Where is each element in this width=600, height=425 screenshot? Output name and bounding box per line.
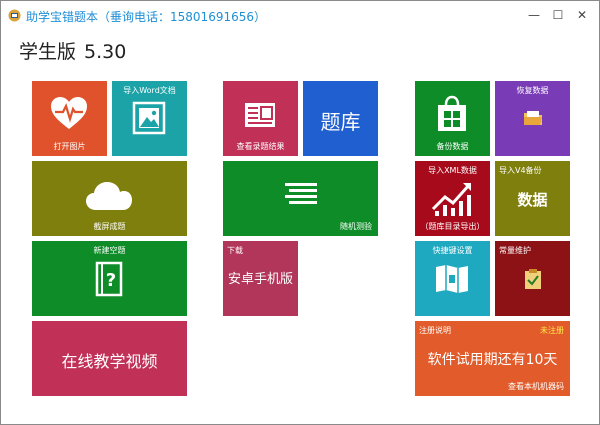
maintenance-tile[interactable]: 常量维护 [495,241,570,316]
close-button[interactable]: ✕ [573,7,591,23]
import-xml-tile[interactable]: 导入XML数据 （题库目录导出） [415,161,490,236]
maximize-button[interactable]: ☐ [549,7,567,23]
android-app-tile[interactable]: 下载 安卓手机版 [223,241,298,316]
question-bank-label: 题库 [320,110,361,134]
not-registered-label: 未注册 [540,326,564,335]
registration-tile[interactable]: 注册说明 未注册 软件试用期还有10天 查看本机机器码 [415,321,570,396]
minimize-button[interactable]: — [525,7,543,23]
svg-text:?: ? [106,270,116,291]
cloud-icon [86,182,132,210]
folder-restore-icon [524,111,542,125]
data-label: 数据 [517,191,548,209]
random-test-label: 随机测验 [340,222,372,231]
heart-pulse-icon [51,97,87,129]
app-logo-icon [8,9,21,22]
window-title: 助学宝错题本（垂询电话：15801691656） [26,8,266,25]
clipboard-check-icon [525,269,541,289]
newspaper-icon [245,103,275,127]
backup-label: 备份数据 [436,142,469,151]
maintenance-label: 常量维护 [499,246,531,255]
import-v4-tile[interactable]: 导入V4备份 数据 [495,161,570,236]
view-recorded-tile[interactable]: 查看录题结果 [223,81,298,156]
edition-name: 学生版 [19,41,77,63]
text-lines-icon [285,183,317,204]
screenshot-label: 截屏成题 [93,222,126,231]
title-bar: 助学宝错题本（垂询电话：15801691656） — ☐ ✕ [1,1,599,31]
question-bank-tile[interactable]: 题库 [303,81,378,156]
chart-up-icon [431,183,471,216]
app-window: 助学宝错题本（垂询电话：15801691656） — ☐ ✕ 学生版 5.30 打… [0,0,600,425]
store-bag-icon [438,95,466,131]
online-video-label: 在线教学视频 [61,352,158,371]
edition-label: 学生版 5.30 [19,37,126,64]
open-picture-tile[interactable]: 打开图片 [32,81,107,156]
machine-code-link[interactable]: 查看本机机器码 [508,381,564,392]
shortcuts-label: 快捷键设置 [432,246,473,255]
shortcuts-tile[interactable]: 快捷键设置 [415,241,490,316]
restore-tile[interactable]: 恢复数据 [495,81,570,156]
map-icon [436,265,468,293]
import-word-label: 导入Word文档 [123,86,176,95]
backup-tile[interactable]: 备份数据 [415,81,490,156]
android-download-label: 下载 [227,246,243,255]
phone-number: （垂询电话：15801691656） [98,10,266,24]
import-xml-label: 导入XML数据 [428,166,477,175]
view-recorded-label: 查看录题结果 [236,142,285,151]
trial-days-label: 软件试用期还有10天 [427,352,558,368]
screenshot-tile[interactable]: 截屏成题 [32,161,187,236]
new-blank-label: 新建空题 [93,246,126,255]
register-help-label[interactable]: 注册说明 [419,325,451,336]
app-name: 助学宝错题本 [26,10,99,24]
restore-label: 恢复数据 [516,86,549,95]
random-test-tile[interactable]: 随机测验 [223,161,378,236]
export-catalog-label: （题库目录导出） [420,222,485,231]
version-number: 5.30 [84,41,127,63]
open-picture-label: 打开图片 [53,142,86,151]
online-video-tile[interactable]: 在线教学视频 [32,321,187,396]
android-app-label: 安卓手机版 [227,272,293,287]
question-book-icon: ? [95,261,123,297]
new-blank-tile[interactable]: 新建空题 ? [32,241,187,316]
import-v4-label: 导入V4备份 [499,166,542,175]
import-word-tile[interactable]: 导入Word文档 [112,81,187,156]
picture-icon [132,101,166,135]
